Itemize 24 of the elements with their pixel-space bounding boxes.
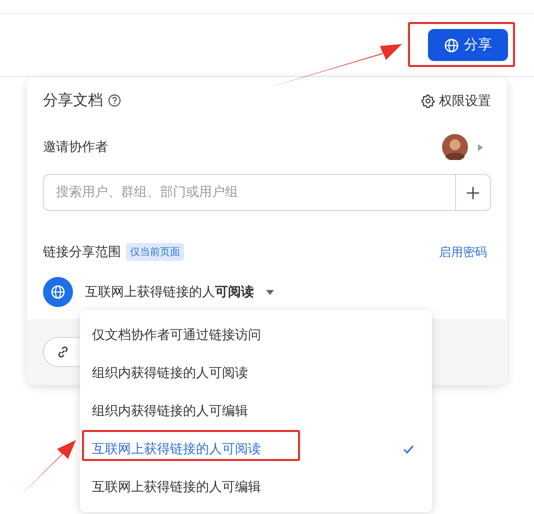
permission-option[interactable]: 互联网上获得链接的人可阅读 [80,430,432,468]
expand-icon[interactable] [478,144,483,150]
globe-icon [43,277,73,307]
search-field[interactable]: 搜索用户、群组、部门或用户组 [43,174,455,211]
permission-selector[interactable]: 互联网上获得链接的人可阅读 [85,283,254,301]
help-icon[interactable] [108,94,121,107]
permission-option[interactable]: 组织内获得链接的人可阅读 [80,354,432,392]
check-icon [403,444,414,454]
permission-settings-link[interactable]: 权限设置 [421,92,491,110]
permission-option[interactable]: 组织内获得链接的人可编辑 [80,392,432,430]
invite-label: 邀请协作者 [43,139,108,156]
globe-icon [444,38,459,52]
share-button[interactable]: 分享 [428,29,508,61]
link-scope-label: 链接分享范围 [43,244,121,261]
link-icon [56,345,70,359]
avatar-icon[interactable] [442,134,468,160]
settings-icon [421,94,435,108]
permission-option[interactable]: 仅文档协作者可通过链接访问 [80,316,432,354]
enable-password-link[interactable]: 启用密码 [439,244,487,260]
scope-tag: 仅当前页面 [126,243,184,261]
plus-icon [466,186,480,200]
dialog-title: 分享文档 [43,91,103,110]
caret-icon[interactable] [266,290,274,294]
permission-option[interactable]: 互联网上获得链接的人可编辑 [80,468,432,506]
